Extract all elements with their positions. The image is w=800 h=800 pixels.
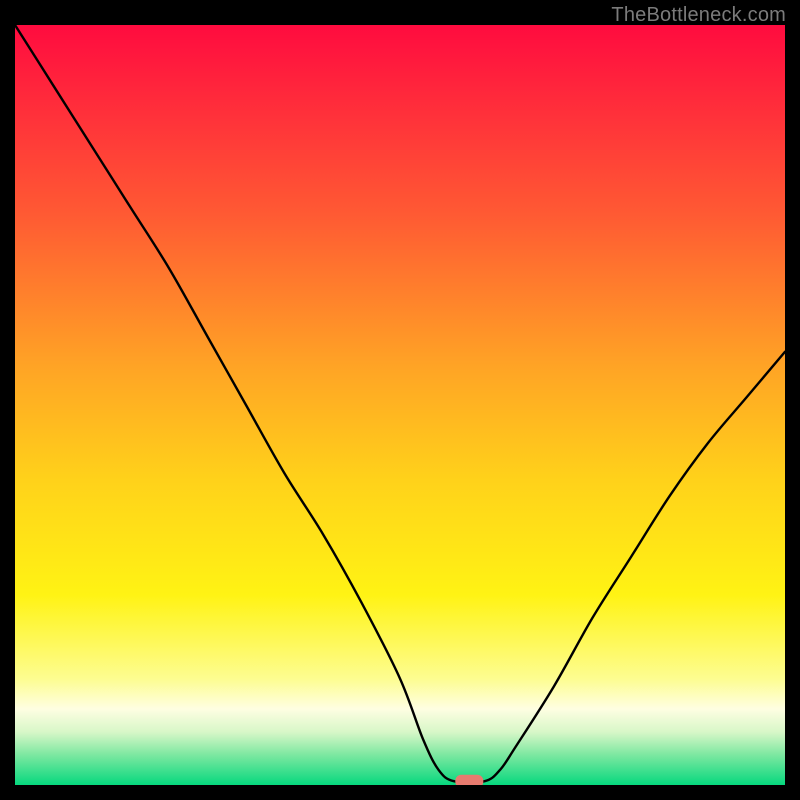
plot-area <box>15 25 785 785</box>
gradient-background <box>15 25 785 785</box>
optimum-marker <box>455 775 483 785</box>
chart-frame: TheBottleneck.com <box>0 0 800 800</box>
bottleneck-chart <box>15 25 785 785</box>
watermark-text: TheBottleneck.com <box>611 4 786 27</box>
